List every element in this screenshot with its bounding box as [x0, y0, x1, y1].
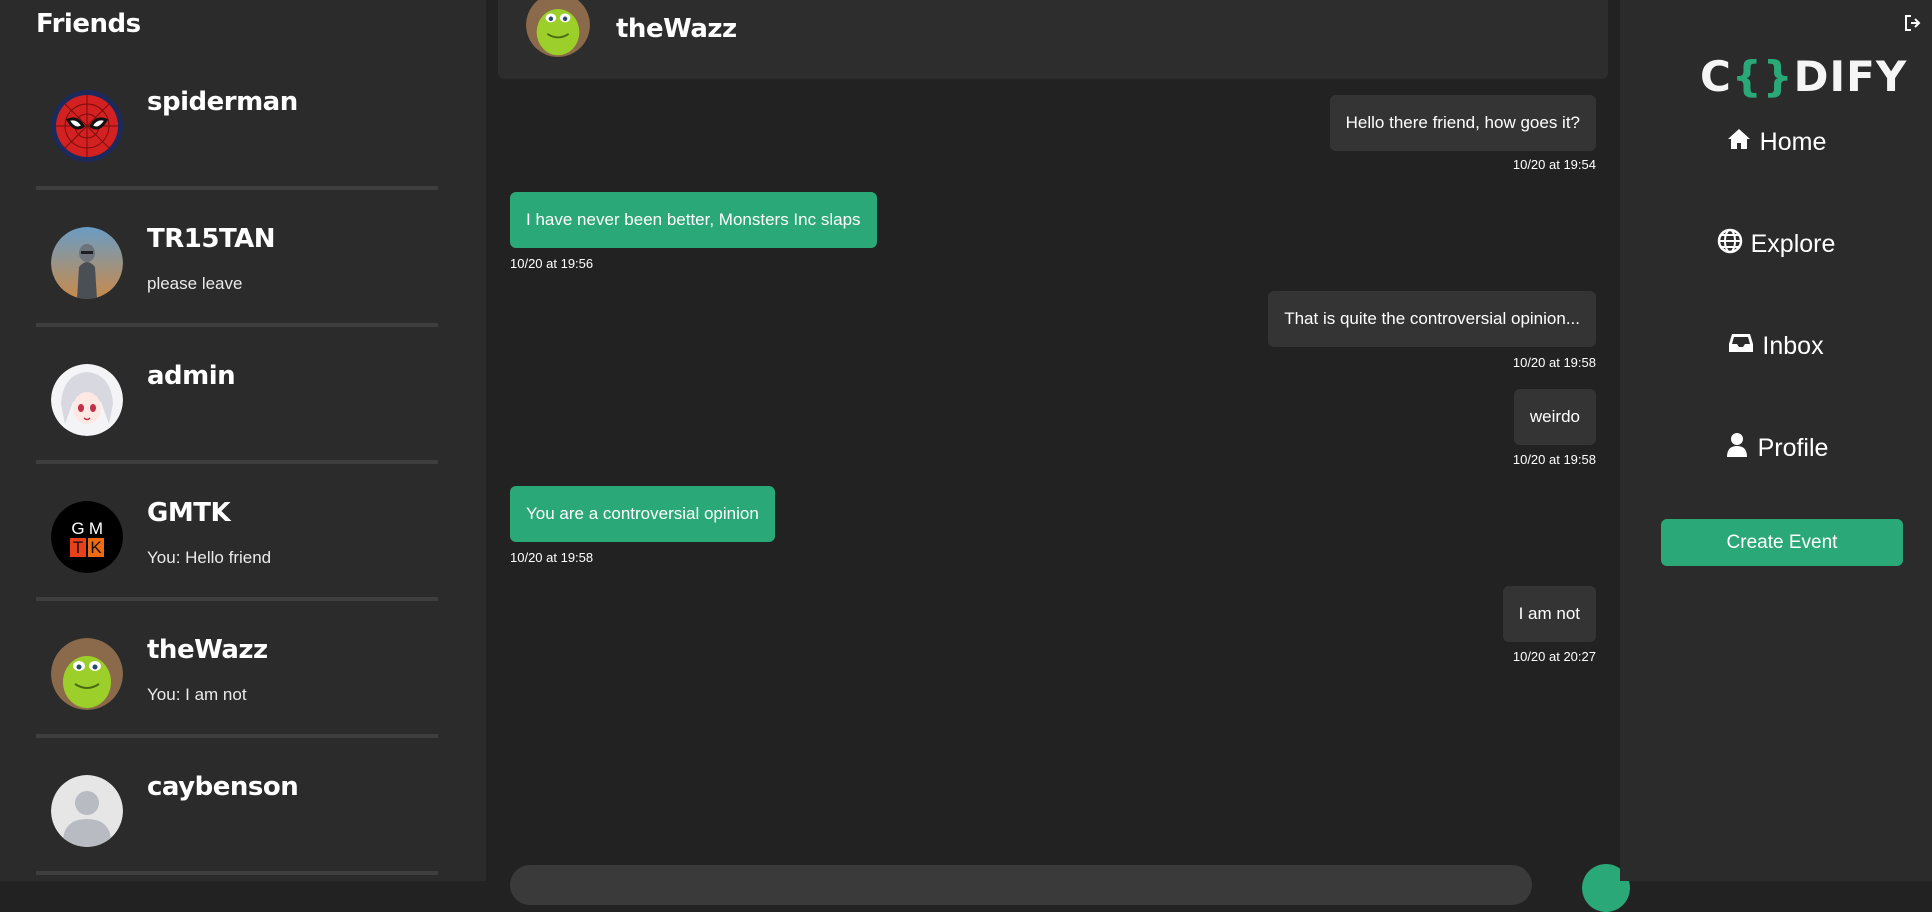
- chat-title: theWazz: [616, 14, 737, 44]
- avatar: [51, 90, 123, 162]
- friend-preview: You: I am not: [147, 685, 247, 704]
- friend-name: admin: [147, 361, 236, 391]
- message-timestamp: 10/20 at 20:27: [1512, 649, 1596, 664]
- message-bubble-incoming: You are a controversial opinion: [510, 486, 775, 542]
- message-timestamp: 10/20 at 19:58: [1512, 355, 1596, 370]
- message-bubble-outgoing: I am not: [1502, 586, 1596, 642]
- friend-item-admin[interactable]: admin: [36, 331, 438, 464]
- create-event-button[interactable]: Create Event: [1661, 519, 1903, 566]
- gmtk-letter: G: [71, 519, 84, 538]
- globe-icon: [1717, 228, 1743, 261]
- friend-name: caybenson: [147, 772, 299, 802]
- user-icon: [1724, 432, 1750, 465]
- inbox-icon: [1728, 330, 1754, 363]
- home-icon: [1726, 126, 1752, 159]
- nav-label: Explore: [1750, 230, 1836, 258]
- nav-label: Profile: [1757, 434, 1829, 462]
- message-bubble-outgoing: Hello there friend, how goes it?: [1329, 95, 1596, 151]
- friend-item-thewazz[interactable]: theWazz You: I am not: [36, 605, 438, 738]
- codify-logo[interactable]: C{}DIFY: [1700, 52, 1907, 101]
- logo-text: DIFY: [1793, 52, 1908, 101]
- message-bubble-outgoing: weirdo: [1513, 389, 1596, 445]
- gmtk-letter: T: [73, 538, 83, 557]
- logo-brace: }: [1762, 52, 1794, 101]
- friend-preview: please leave: [147, 274, 243, 293]
- nav-item-inbox[interactable]: Inbox: [1620, 330, 1932, 363]
- nav-label: Inbox: [1762, 332, 1824, 360]
- message-timestamp: 10/20 at 19:54: [1512, 157, 1596, 172]
- nav-item-profile[interactable]: Profile: [1620, 432, 1932, 465]
- gmtk-letter: M: [89, 519, 103, 538]
- chat-avatar[interactable]: [526, 0, 590, 57]
- logo-text: C: [1700, 52, 1732, 101]
- nav-label: Home: [1759, 128, 1827, 156]
- message-bubble-outgoing: That is quite the controversial opinion.…: [1268, 291, 1596, 347]
- avatar: [51, 227, 123, 299]
- nav-item-explore[interactable]: Explore: [1620, 228, 1932, 261]
- message-bubble-incoming: I have never been better, Monsters Inc s…: [510, 192, 877, 248]
- avatar: [51, 364, 123, 436]
- friend-name: theWazz: [147, 635, 268, 665]
- friend-item-tr15tan[interactable]: TR15TAN please leave: [36, 194, 438, 327]
- friend-name: GMTK: [147, 498, 231, 528]
- friend-preview: You: Hello friend: [147, 548, 272, 567]
- friend-item-spiderman[interactable]: spiderman: [36, 57, 438, 190]
- message-timestamp: 10/20 at 19:58: [510, 550, 594, 565]
- friends-panel: Friends spiderman TR15TAN please leave a…: [0, 0, 486, 881]
- friend-item-gmtk[interactable]: G M T K GMTK You: Hello friend: [36, 468, 438, 601]
- logout-icon[interactable]: [1904, 14, 1922, 32]
- main-nav: C{}DIFY Home Explore Inbox Profile Creat…: [1620, 0, 1932, 881]
- message-input[interactable]: [510, 865, 1532, 905]
- avatar: [51, 638, 123, 710]
- friend-item-caybenson[interactable]: caybenson: [36, 742, 438, 875]
- gmtk-letter: K: [90, 538, 102, 557]
- friend-name: spiderman: [147, 87, 298, 117]
- default-avatar-icon: [51, 775, 123, 847]
- message-timestamp: 10/20 at 19:56: [510, 256, 594, 271]
- friend-name: TR15TAN: [147, 224, 276, 254]
- friends-title: Friends: [36, 9, 141, 39]
- message-timestamp: 10/20 at 19:58: [1512, 452, 1596, 467]
- chat-header: theWazz: [498, 0, 1608, 79]
- nav-item-home[interactable]: Home: [1620, 126, 1932, 159]
- logo-brace: {: [1731, 52, 1763, 101]
- gmtk-logo-avatar: G M T K: [51, 501, 123, 573]
